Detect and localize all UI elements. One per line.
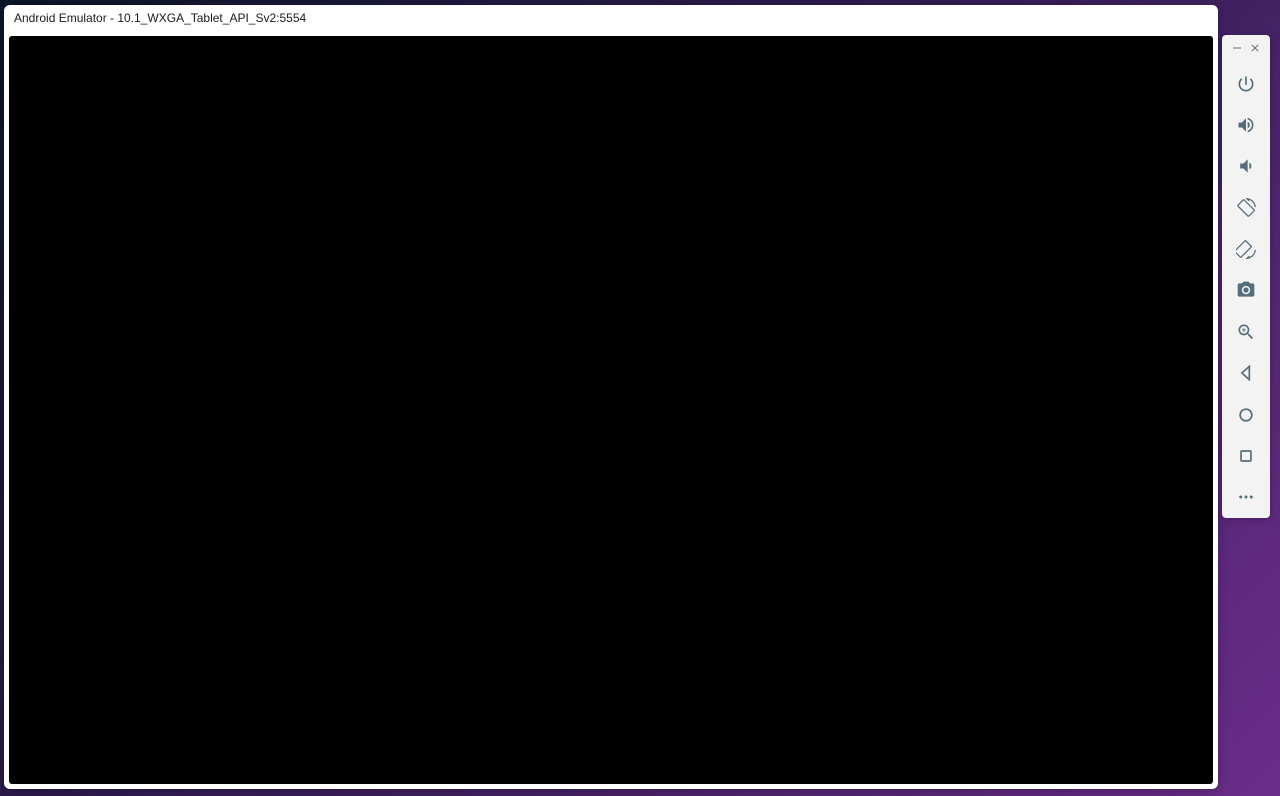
window-controls — [1222, 41, 1270, 63]
power-icon — [1236, 74, 1256, 94]
minimize-icon — [1231, 42, 1243, 54]
volume-up-icon — [1236, 115, 1256, 135]
volume-down-icon — [1236, 156, 1256, 176]
rotate-right-icon — [1236, 239, 1256, 259]
power-button[interactable] — [1222, 63, 1270, 104]
camera-icon — [1236, 280, 1256, 300]
back-icon — [1236, 363, 1256, 383]
more-icon — [1237, 488, 1255, 506]
volume-up-button[interactable] — [1222, 104, 1270, 145]
home-button[interactable] — [1222, 394, 1270, 435]
rotate-left-button[interactable] — [1222, 187, 1270, 228]
back-button[interactable] — [1222, 353, 1270, 394]
screenshot-button[interactable] — [1222, 270, 1270, 311]
overview-icon — [1236, 446, 1256, 466]
zoom-icon — [1236, 322, 1256, 342]
home-icon — [1236, 405, 1256, 425]
window-title: Android Emulator - 10.1_WXGA_Tablet_API_… — [14, 11, 306, 25]
close-button[interactable] — [1248, 41, 1262, 55]
emulator-toolbar — [1222, 35, 1270, 518]
overview-button[interactable] — [1222, 435, 1270, 476]
zoom-button[interactable] — [1222, 311, 1270, 352]
window-titlebar[interactable]: Android Emulator - 10.1_WXGA_Tablet_API_… — [4, 5, 1218, 31]
minimize-button[interactable] — [1230, 41, 1244, 55]
rotate-left-icon — [1236, 198, 1256, 218]
close-icon — [1249, 42, 1261, 54]
device-screen[interactable] — [9, 36, 1213, 784]
volume-down-button[interactable] — [1222, 146, 1270, 187]
more-button[interactable] — [1222, 477, 1270, 518]
rotate-right-button[interactable] — [1222, 228, 1270, 269]
emulator-window: Android Emulator - 10.1_WXGA_Tablet_API_… — [4, 5, 1218, 789]
